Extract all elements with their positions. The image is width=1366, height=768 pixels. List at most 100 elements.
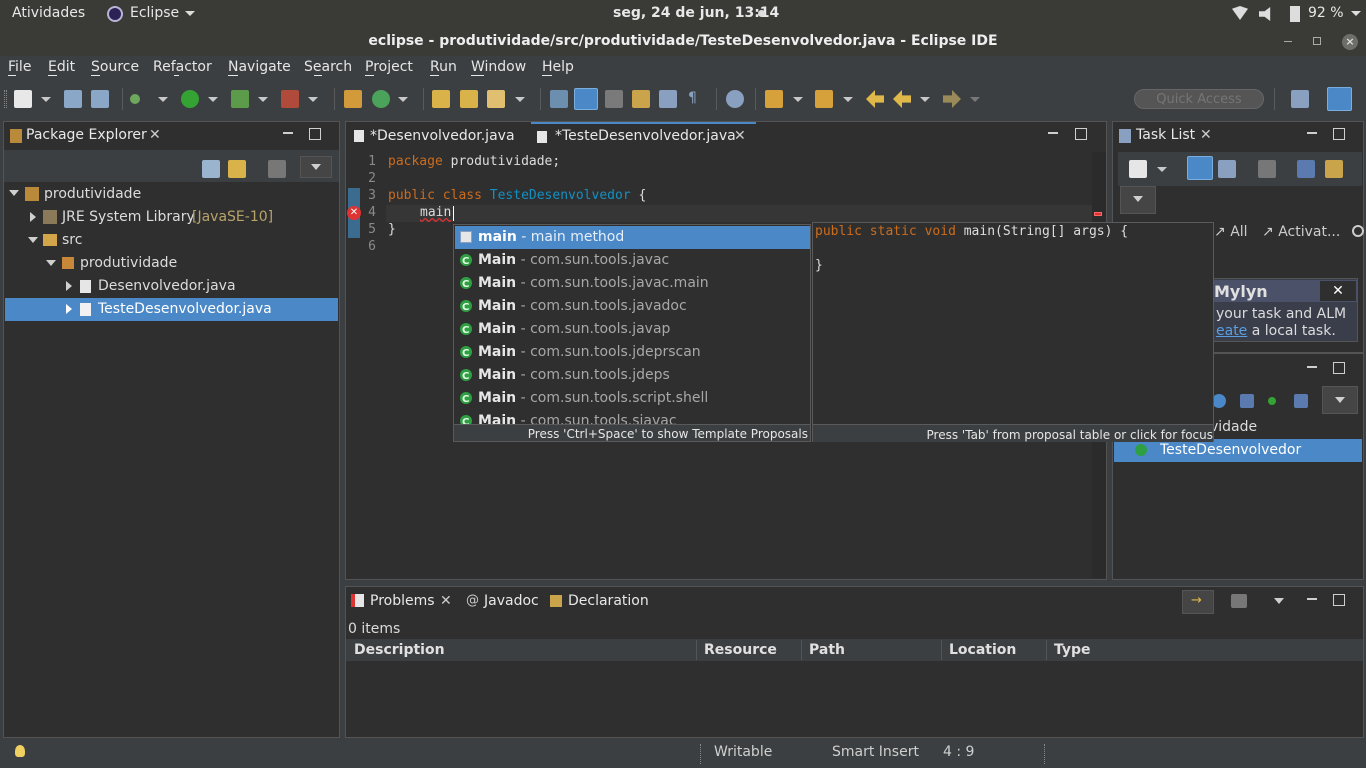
column-location[interactable]: Location [949,642,1016,658]
new-task-dropdown-icon[interactable] [1157,167,1167,172]
new-dropdown-icon[interactable] [41,97,51,102]
java-perspective-icon[interactable] [1327,87,1352,111]
close-icon[interactable]: ✕ [1200,127,1212,143]
editor-tab-testedesenvolvedor[interactable]: *TesteDesenvolvedor.java ✕ [531,122,756,150]
menu-refactor[interactable]: Refactor [153,59,212,75]
coverage-dropdown-icon[interactable] [258,97,268,102]
filter-activate[interactable]: ↗ Activat... [1262,224,1340,240]
column-description[interactable]: Description [354,642,445,658]
new-class-icon[interactable] [372,90,390,108]
close-icon[interactable]: ✕ [149,127,161,143]
toolbar-grip[interactable] [4,90,7,108]
close-icon[interactable]: ✕ [734,128,746,144]
menu-project[interactable]: Project [365,59,413,75]
minimize-window-icon[interactable] [1284,41,1292,42]
proposal-item[interactable]: main - main method [455,226,810,249]
volume-icon[interactable] [1259,7,1271,21]
show-whitespace-icon[interactable] [632,90,650,108]
code-line-4[interactable]: main [420,205,451,220]
pilcrow-icon[interactable]: ¶ [688,90,697,106]
synchronize-icon[interactable] [1325,160,1343,178]
maximize-icon[interactable] [309,128,321,140]
hide-nonpublic-icon[interactable] [1294,394,1308,408]
back-dropdown-icon[interactable] [920,97,930,102]
filter-icon[interactable] [1231,594,1247,608]
proposal-item[interactable]: Main - com.sun.tools.script.shell [455,387,810,411]
column-separator[interactable] [941,640,942,660]
proposal-item[interactable]: Main - com.sun.tools.javac [455,249,810,273]
code-line-5[interactable]: } [388,222,396,237]
search-icon[interactable] [487,90,505,108]
proposal-item[interactable]: Main - com.sun.tools.jdeprscan [455,341,810,365]
tree-project[interactable]: produtividade [44,186,141,202]
wifi-icon[interactable] [1232,6,1248,20]
javadoc-tab[interactable]: @ Javadoc [462,587,544,615]
mylyn-close-icon[interactable]: ✕ [1320,281,1356,301]
tree-file-desenvolvedor[interactable]: Desenvolvedor.java [98,278,236,294]
run-icon[interactable] [181,90,199,108]
toggle-block-selection-icon[interactable] [605,90,623,108]
minimize-icon[interactable] [1307,366,1317,368]
scheduled-icon[interactable] [1218,160,1236,178]
new-class-dropdown-icon[interactable] [398,97,408,102]
external-tools-dropdown-icon[interactable] [308,97,318,102]
search-dropdown-icon[interactable] [515,97,525,102]
next-annotation-dropdown-icon[interactable] [793,97,803,102]
clock[interactable]: seg, 24 de jun, 13:14 [613,5,779,21]
error-overview-marker[interactable] [1094,212,1102,216]
categorized-icon[interactable] [1187,156,1213,180]
link-with-editor-icon[interactable] [228,160,246,178]
hide-fields-icon[interactable] [1240,394,1254,408]
maximize-icon[interactable] [1333,594,1345,606]
minimize-icon[interactable] [1048,132,1058,134]
problems-tab[interactable]: Problems ✕ [346,587,458,615]
content-assist-list[interactable]: main - main method Main - com.sun.tools.… [453,224,811,442]
declaration-tab[interactable]: Declaration [546,587,656,615]
expand-arrow-icon[interactable] [9,190,19,196]
tree-file-testedesenvolvedor[interactable]: TesteDesenvolvedor.java [98,301,272,317]
maximize-icon[interactable] [1075,128,1087,140]
maximize-icon[interactable] [1333,128,1345,140]
debug-icon[interactable] [130,94,140,104]
column-separator[interactable] [696,640,697,660]
lightbulb-icon[interactable] [15,745,25,757]
menu-window[interactable]: Window [471,59,526,75]
external-tools-icon[interactable] [281,90,299,108]
task-list-tab[interactable]: Task List ✕ [1113,122,1221,150]
menu-file[interactable]: File [8,59,31,75]
quick-access-input[interactable] [1134,89,1264,109]
toggle-mark-occurrences-icon[interactable] [574,88,598,110]
next-annotation-icon[interactable] [765,90,783,108]
minimize-icon[interactable] [1307,598,1317,600]
open-task-icon[interactable] [460,90,478,108]
editor-tab-desenvolvedor[interactable]: *Desenvolvedor.java [346,122,531,150]
package-explorer-tab[interactable]: Package Explorer ✕ [4,122,170,150]
new-task-icon[interactable] [1129,160,1147,178]
proposal-item[interactable]: Main - com.sun.tools.sjavac [455,410,810,424]
new-java-project-icon[interactable] [344,90,362,108]
focus-on-task-icon[interactable] [268,160,286,178]
forward-dropdown-icon[interactable] [970,97,980,102]
run-dropdown-icon[interactable] [208,97,218,102]
minimize-icon[interactable] [283,132,293,134]
column-type[interactable]: Type [1054,642,1091,658]
tree-package[interactable]: produtividade [80,255,177,271]
hide-static-icon[interactable] [1268,397,1276,405]
outline-package-item[interactable]: vidade [1210,419,1257,435]
tree-jre[interactable]: JRE System Library [62,209,195,225]
tree-src[interactable]: src [62,232,82,248]
column-path[interactable]: Path [809,642,845,658]
expand-arrow-icon[interactable] [46,260,56,266]
proposal-item[interactable]: Main - com.sun.tools.javadoc [455,295,810,319]
hide-completed-icon[interactable] [1297,160,1315,178]
info-icon[interactable] [1352,225,1364,237]
close-icon[interactable]: ✕ [440,593,452,609]
menu-help[interactable]: Help [542,59,574,75]
proposal-item[interactable]: Main - com.sun.tools.javap [455,318,810,342]
new-icon[interactable] [14,90,32,108]
debug-dropdown-icon[interactable] [158,97,168,102]
code-line-1[interactable]: package produtividade; [388,154,560,169]
save-icon[interactable] [64,90,82,108]
activities-button[interactable]: Atividades [12,5,85,21]
menu-source[interactable]: Source [91,59,139,75]
